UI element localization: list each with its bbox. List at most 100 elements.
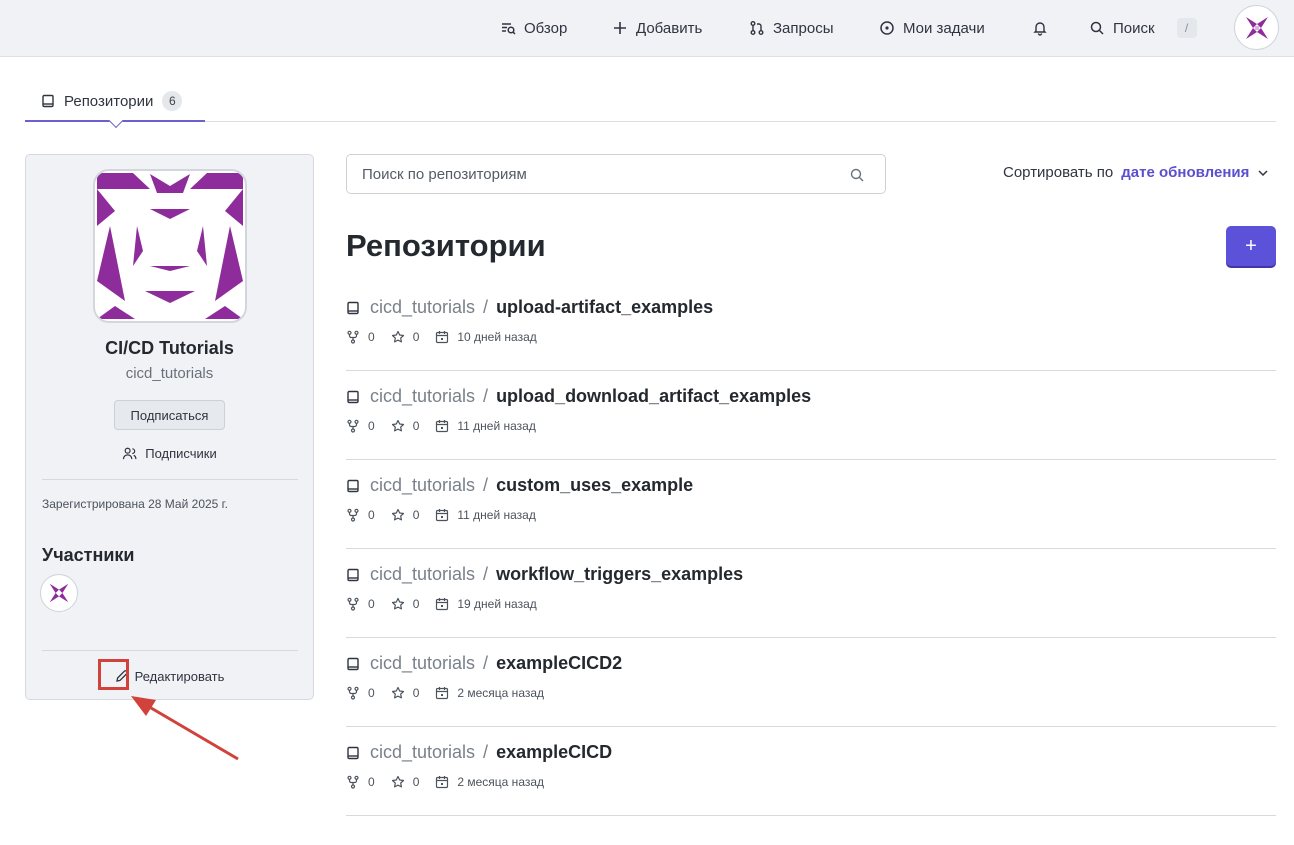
chevron-down-icon[interactable] bbox=[1257, 167, 1269, 179]
star-icon bbox=[391, 508, 405, 522]
annotation-highlight-box bbox=[98, 659, 129, 690]
updated-time: 2 месяца назад bbox=[457, 686, 545, 700]
repo-name-link[interactable]: custom_uses_example bbox=[496, 475, 693, 496]
repo-title: cicd_tutorials / exampleCICD2 bbox=[346, 653, 622, 674]
nav-search[interactable]: Поиск / bbox=[1089, 17, 1197, 39]
explore-icon bbox=[500, 20, 516, 36]
repo-list-item: cicd_tutorials / upload_download_artifact_… bbox=[346, 371, 1276, 460]
repo-list-item: cicd_tutorials / workflow_triggers_example… bbox=[346, 549, 1276, 638]
nav-add[interactable]: Добавить bbox=[612, 17, 702, 39]
repo-name-link[interactable]: exampleCICD bbox=[496, 742, 612, 763]
issue-icon bbox=[879, 20, 895, 36]
updated-time: 2 месяца назад bbox=[457, 775, 545, 789]
members-heading: Участники bbox=[42, 545, 135, 565]
calendar-icon bbox=[435, 686, 449, 700]
repo-path-separator: / bbox=[483, 386, 489, 406]
tab-repositories-label: Репозитории bbox=[64, 92, 154, 110]
repo-updated: 2 месяца назад bbox=[435, 686, 544, 700]
repo-owner-link[interactable]: cicd_tutorials bbox=[370, 742, 475, 763]
repo-updated: 10 дней назад bbox=[435, 330, 537, 344]
updated-time: 11 дней назад bbox=[457, 419, 536, 433]
org-tabs: Репозитории 6 bbox=[25, 82, 1276, 129]
add-repository-button[interactable]: + bbox=[1226, 226, 1276, 266]
repo-icon bbox=[346, 657, 360, 671]
member-avatar[interactable] bbox=[40, 574, 78, 612]
repo-forks[interactable]: 0 bbox=[346, 597, 375, 611]
sort-prefix: Сортировать по bbox=[1003, 164, 1114, 181]
follow-button[interactable]: Подписаться bbox=[114, 400, 225, 430]
org-profile-card: CI/CD Tutorials cicd_tutorials Подписать… bbox=[25, 154, 314, 700]
repo-meta: 0 0 2 месяца назад bbox=[346, 686, 560, 700]
star-icon bbox=[391, 775, 405, 789]
repo-updated: 11 дней назад bbox=[435, 508, 536, 522]
repo-updated: 19 дней назад bbox=[435, 597, 537, 611]
nav-search-label: Поиск bbox=[1113, 19, 1155, 37]
notifications-button[interactable] bbox=[1032, 17, 1048, 39]
repo-owner-link[interactable]: cicd_tutorials bbox=[370, 475, 475, 496]
fork-count: 0 bbox=[368, 419, 375, 433]
repo-stars[interactable]: 0 bbox=[391, 330, 419, 344]
edit-org-button[interactable]: Редактировать bbox=[26, 665, 313, 687]
star-count: 0 bbox=[412, 686, 420, 700]
bell-icon bbox=[1032, 20, 1048, 36]
sort-control: Сортировать по дате обновления bbox=[1003, 164, 1269, 181]
org-handle: cicd_tutorials bbox=[125, 365, 214, 382]
fork-count: 0 bbox=[368, 508, 375, 522]
repo-updated: 2 месяца назад bbox=[435, 775, 544, 789]
repo-icon bbox=[346, 746, 360, 760]
repo-list-item: cicd_tutorials / exampleCICD2 0 0 2 месяца на… bbox=[346, 638, 1276, 727]
repo-forks[interactable]: 0 bbox=[346, 686, 375, 700]
calendar-icon bbox=[435, 508, 449, 522]
repo-owner-link[interactable]: cicd_tutorials bbox=[370, 564, 475, 585]
repo-meta: 0 0 11 дней назад bbox=[346, 419, 552, 433]
fork-count: 0 bbox=[368, 686, 375, 700]
repo-path-separator: / bbox=[483, 653, 489, 673]
repo-owner-link[interactable]: cicd_tutorials bbox=[370, 386, 475, 407]
repo-stars[interactable]: 0 bbox=[391, 419, 419, 433]
repo-list-item: cicd_tutorials / upload-artifact_examples 0… bbox=[346, 282, 1276, 371]
repo-icon bbox=[346, 479, 360, 493]
divider bbox=[42, 650, 298, 651]
nav-explore[interactable]: Обзор bbox=[500, 17, 567, 39]
repo-name-link[interactable]: upload_download_artifact_examples bbox=[496, 386, 811, 407]
repo-updated: 11 дней назад bbox=[435, 419, 536, 433]
repo-forks[interactable]: 0 bbox=[346, 330, 375, 344]
fork-count: 0 bbox=[368, 597, 375, 611]
repo-meta: 0 0 19 дней назад bbox=[346, 597, 553, 611]
repo-stars[interactable]: 0 bbox=[391, 775, 419, 789]
people-icon bbox=[122, 446, 137, 461]
repo-title: cicd_tutorials / upload-artifact_examples bbox=[346, 297, 713, 318]
repo-owner-link[interactable]: cicd_tutorials bbox=[370, 653, 475, 674]
repo-name-link[interactable]: workflow_triggers_examples bbox=[496, 564, 743, 585]
repo-search-input[interactable] bbox=[347, 155, 885, 193]
member-logo-icon bbox=[48, 582, 70, 604]
repo-forks[interactable]: 0 bbox=[346, 775, 375, 789]
repo-owner-link[interactable]: cicd_tutorials bbox=[370, 297, 475, 318]
fork-icon bbox=[346, 330, 360, 344]
followers-label: Подписчики bbox=[145, 446, 217, 461]
repo-stars[interactable]: 0 bbox=[391, 686, 420, 700]
repo-path-separator: / bbox=[483, 297, 489, 317]
followers-link[interactable]: Подписчики bbox=[26, 446, 313, 461]
repo-stars[interactable]: 0 bbox=[391, 508, 419, 522]
registered-date: Зарегистрирована 28 Май 2025 г. bbox=[42, 497, 228, 511]
repo-stars[interactable]: 0 bbox=[391, 597, 419, 611]
repo-forks[interactable]: 0 bbox=[346, 419, 375, 433]
fork-icon bbox=[346, 508, 360, 522]
repo-name-link[interactable]: upload-artifact_examples bbox=[496, 297, 713, 318]
plus-icon bbox=[612, 20, 628, 36]
user-avatar[interactable] bbox=[1234, 5, 1279, 50]
nav-add-label: Добавить bbox=[636, 19, 703, 37]
sort-dropdown[interactable]: дате обновления bbox=[1121, 164, 1249, 181]
fork-icon bbox=[346, 597, 360, 611]
nav-pull-requests[interactable]: Запросы bbox=[749, 17, 834, 39]
repo-list-item: cicd_tutorials / custom_uses_example 0 0 11 д… bbox=[346, 460, 1276, 549]
repo-forks[interactable]: 0 bbox=[346, 508, 375, 522]
repo-meta: 0 0 10 дней назад bbox=[346, 330, 553, 344]
repo-name-link[interactable]: exampleCICD2 bbox=[496, 653, 622, 674]
repo-title: cicd_tutorials / upload_download_artifact_… bbox=[346, 386, 811, 407]
nav-my-issues[interactable]: Мои задачи bbox=[879, 17, 985, 39]
star-icon bbox=[391, 597, 405, 611]
search-icon[interactable] bbox=[849, 167, 865, 183]
divider bbox=[42, 479, 298, 480]
